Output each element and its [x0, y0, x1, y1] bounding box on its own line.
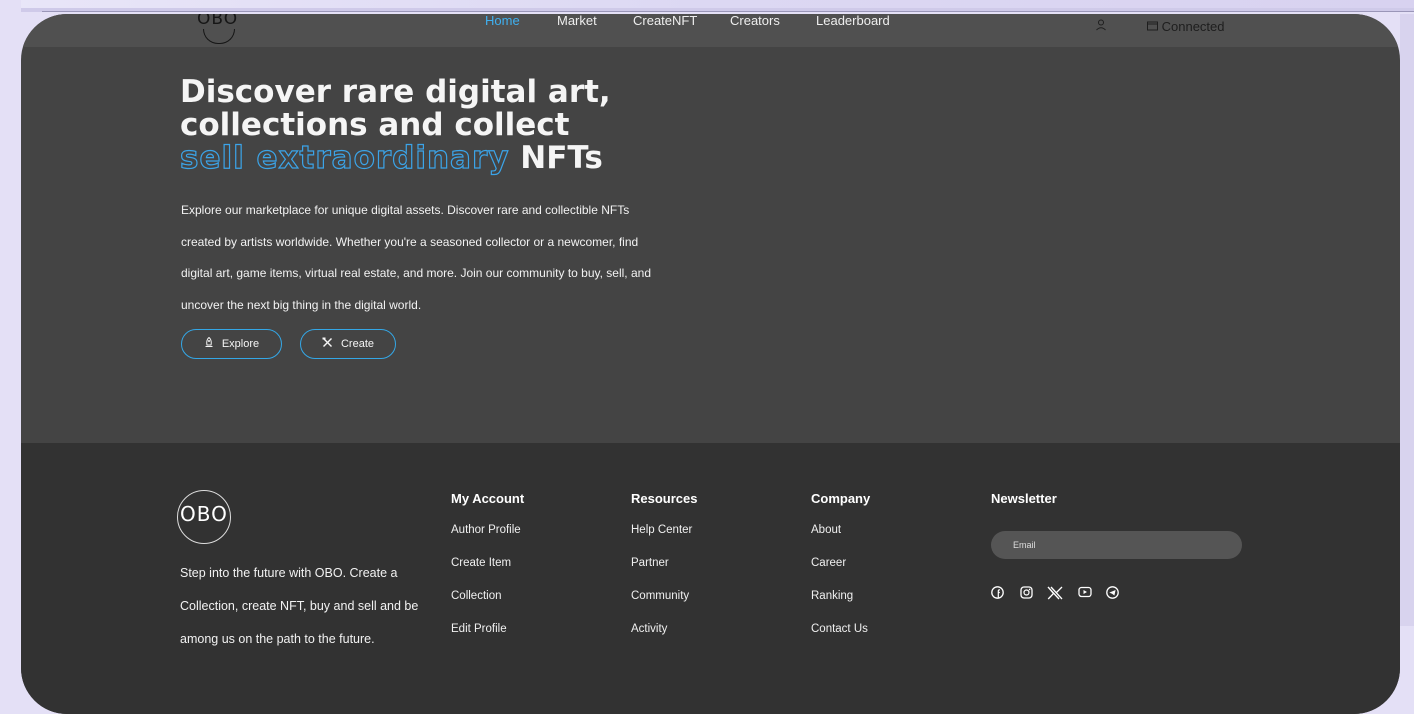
- nav-creators[interactable]: Creators: [730, 14, 780, 28]
- window-edge: [42, 11, 1414, 12]
- hero-desc-line: Explore our marketplace for unique digit…: [181, 203, 630, 217]
- footer-link-help-center[interactable]: Help Center: [631, 524, 692, 536]
- hero-desc-line: created by artists worldwide. Whether yo…: [181, 234, 639, 249]
- hero-title: Discover rare digital art, collections a…: [179, 74, 780, 176]
- page-card: OBO Home Market CreateNFT Creators Leade…: [21, 14, 1400, 714]
- hero-title-line2: collections and collect: [180, 107, 570, 143]
- facebook-icon[interactable]: [991, 586, 1004, 603]
- instagram-icon[interactable]: [1020, 586, 1033, 603]
- hero-title-end: NFTs: [520, 140, 603, 176]
- footer-link-contact-us[interactable]: Contact Us: [811, 623, 868, 635]
- top-nav: OBO Home Market CreateNFT Creators Leade…: [21, 14, 1400, 47]
- desktop-right-edge: [1400, 14, 1414, 626]
- footer-link-activity[interactable]: Activity: [631, 623, 667, 635]
- footer-heading-my-account: My Account: [451, 491, 525, 506]
- explore-button[interactable]: Explore: [181, 329, 282, 359]
- logo-text: OBO: [197, 14, 239, 29]
- rocket-icon: [204, 336, 214, 351]
- hero-title-outline: sell extraordinary: [179, 140, 510, 176]
- wallet-icon: [1147, 19, 1162, 34]
- desktop-left-edge: [0, 0, 21, 626]
- user-icon[interactable]: [1095, 19, 1107, 34]
- create-button[interactable]: Create: [300, 329, 396, 359]
- footer-heading-resources: Resources: [631, 491, 698, 506]
- newsletter-email-input[interactable]: Email: [991, 531, 1242, 559]
- footer-link-about[interactable]: About: [811, 524, 841, 536]
- nav-leaderboard[interactable]: Leaderboard: [816, 14, 890, 28]
- logo-arc: [203, 29, 235, 44]
- footer-link-community[interactable]: Community: [631, 590, 689, 602]
- footer-link-edit-profile[interactable]: Edit Profile: [451, 623, 507, 635]
- footer-link-author-profile[interactable]: Author Profile: [451, 524, 521, 536]
- hero-description: Explore our marketplace for unique digit…: [181, 195, 741, 321]
- footer-logo[interactable]: OBO: [177, 490, 237, 550]
- footer-link-ranking[interactable]: Ranking: [811, 590, 853, 602]
- telegram-icon[interactable]: [1106, 586, 1119, 603]
- footer-link-collection[interactable]: Collection: [451, 590, 502, 602]
- youtube-icon[interactable]: [1078, 586, 1092, 602]
- explore-button-label: Explore: [221, 338, 260, 350]
- footer-heading-company: Company: [811, 491, 871, 506]
- footer-link-partner[interactable]: Partner: [631, 557, 669, 569]
- footer-desc-line: among us on the path to the future.: [180, 632, 375, 646]
- wallet-status[interactable]: Connected: [1147, 19, 1225, 34]
- wallet-status-label: Connected: [1161, 19, 1225, 34]
- footer-link-career[interactable]: Career: [811, 557, 846, 569]
- footer-logo-text: OBO: [180, 502, 228, 526]
- hero-title-line1: Discover rare digital art,: [180, 74, 611, 110]
- hero-title-line3: sell extraordinary NFTs: [179, 140, 780, 176]
- footer-desc-line: Step into the future with OBO. Create a: [180, 566, 398, 580]
- footer-description: Step into the future with OBO. Create a …: [180, 557, 455, 656]
- header-logo[interactable]: OBO: [195, 14, 243, 47]
- footer: OBO Step into the future with OBO. Creat…: [21, 443, 1400, 714]
- nav-market[interactable]: Market: [557, 14, 597, 28]
- hero-desc-line: digital art, game items, virtual real es…: [181, 266, 651, 280]
- tools-icon: [322, 337, 333, 351]
- nav-createnft[interactable]: CreateNFT: [633, 14, 697, 28]
- footer-heading-newsletter: Newsletter: [991, 491, 1057, 506]
- hero-desc-line: uncover the next big thing in the digita…: [181, 297, 422, 312]
- footer-desc-line: Collection, create NFT, buy and sell and…: [180, 599, 419, 613]
- x-icon[interactable]: [1047, 586, 1063, 604]
- nav-home[interactable]: Home: [485, 14, 520, 28]
- create-button-label: Create: [340, 338, 375, 350]
- footer-link-create-item[interactable]: Create Item: [451, 557, 511, 569]
